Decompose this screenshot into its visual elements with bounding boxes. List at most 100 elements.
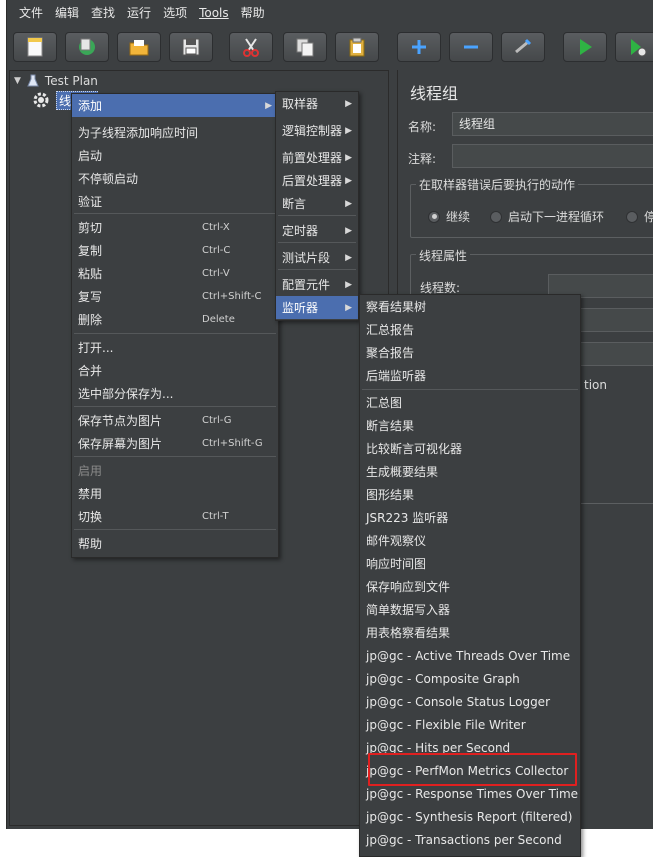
listener-menu-item[interactable]: 简单数据写入器 [360, 598, 580, 621]
menu-separator [74, 406, 276, 407]
add-submenu-item[interactable]: 监听器 ▶ [276, 296, 358, 319]
menu-search[interactable]: 查找 [85, 0, 121, 26]
expand-button[interactable] [397, 32, 441, 62]
menu-item-label: 合并 [78, 364, 103, 378]
context-menu-item[interactable]: 复制 Ctrl-C [72, 239, 278, 262]
comment-field[interactable] [452, 144, 653, 168]
shortcut-label: Ctrl-T [202, 511, 229, 522]
cut-button[interactable] [229, 32, 273, 62]
add-submenu-item[interactable]: 后置处理器 ▶ [276, 169, 358, 192]
context-menu-item[interactable]: 删除 Delete [72, 308, 278, 331]
add-submenu-item[interactable]: 测试片段 ▶ [276, 246, 358, 269]
add-submenu-item[interactable]: 逻辑控制器 ▶ [276, 119, 358, 142]
add-submenu-item[interactable]: 断言 ▶ [276, 192, 358, 215]
menu-item-label: 察看结果树 [366, 300, 427, 314]
listener-menu-item[interactable]: jp@gc - Flexible File Writer [360, 713, 580, 736]
menu-item-label: jp@gc - Response Times Over Time [366, 786, 579, 801]
templates-button[interactable] [65, 32, 109, 62]
submenu-arrow-icon: ▶ [345, 125, 352, 136]
context-menu-item[interactable]: 为子线程添加响应时间 [72, 121, 278, 144]
listener-menu-item[interactable]: jp@gc - Console Status Logger [360, 690, 580, 713]
listener-menu-item[interactable]: 生成概要结果 [360, 460, 580, 483]
menu-item-label: 保存响应到文件 [366, 580, 451, 594]
listener-menu-item[interactable]: 图形结果 [360, 483, 580, 506]
thread-properties-title: 线程属性 [416, 247, 471, 264]
menu-file[interactable]: 文件 [13, 0, 49, 26]
menu-item-label: 汇总报告 [366, 323, 415, 337]
listener-menu-item[interactable]: 聚合报告 [360, 341, 580, 364]
context-menu-item[interactable]: 复写 Ctrl+Shift-C [72, 285, 278, 308]
name-field[interactable]: 线程组 [452, 112, 653, 136]
submenu-arrow-icon: ▶ [345, 252, 352, 263]
start-no-pause-button[interactable] [615, 32, 653, 62]
toggle-wand-icon [515, 38, 532, 54]
paste-button[interactable] [335, 32, 379, 62]
listener-menu-item[interactable]: jp@gc - Active Threads Over Time [360, 644, 580, 667]
listener-menu-item[interactable]: 汇总报告 [360, 318, 580, 341]
context-menu-item[interactable]: 粘贴 Ctrl-V [72, 262, 278, 285]
error-action-title: 在取样器错误后要执行的动作 [416, 176, 579, 193]
add-submenu-item[interactable]: 配置元件 ▶ [276, 273, 358, 296]
menu-item-label: 保存屏幕为图片 [78, 437, 163, 451]
submenu-arrow-icon: ▶ [345, 98, 352, 109]
start-button[interactable] [563, 32, 607, 62]
menu-run[interactable]: 运行 [121, 0, 157, 26]
add-submenu-item[interactable]: 定时器 ▶ [276, 219, 358, 242]
context-menu-item[interactable]: 选中部分保存为... [72, 382, 278, 405]
copy-button[interactable] [283, 32, 327, 62]
context-menu-item[interactable]: 不停顿启动 [72, 167, 278, 190]
listener-menu-item[interactable]: 汇总图 [360, 391, 580, 414]
open-button[interactable] [117, 32, 161, 62]
context-menu-item[interactable]: 打开... [72, 336, 278, 359]
radio-stop[interactable]: 停 [626, 208, 653, 225]
add-submenu-item[interactable]: 前置处理器 ▶ [276, 146, 358, 169]
listener-menu-item[interactable]: jp@gc - Synthesis Report (filtered) [360, 805, 580, 828]
menu-separator [74, 456, 276, 457]
listener-menu-item[interactable]: 响应时间图 [360, 552, 580, 575]
context-menu-item[interactable]: 保存节点为图片 Ctrl-G [72, 409, 278, 432]
radio-start-next-loop[interactable]: 启动下一进程循环 [490, 208, 604, 225]
menu-help[interactable]: 帮助 [235, 0, 271, 26]
context-menu-item[interactable]: 添加 ▶ [72, 94, 278, 117]
menu-item-label: 打开... [78, 341, 114, 355]
listener-menu-item[interactable]: JSR223 监听器 [360, 506, 580, 529]
menu-tools[interactable]: Tools [193, 0, 235, 26]
menu-edit[interactable]: 编辑 [49, 0, 85, 26]
listener-menu-item[interactable]: jp@gc - Composite Graph [360, 667, 580, 690]
add-submenu-item[interactable]: 取样器 ▶ [276, 92, 358, 115]
menu-options[interactable]: 选项 [157, 0, 193, 26]
new-button[interactable] [13, 32, 57, 62]
listener-menu-item[interactable]: 比较断言可视化器 [360, 437, 580, 460]
menu-item-label: jp@gc - Synthesis Report (filtered) [366, 809, 573, 824]
context-menu-item[interactable]: 切换 Ctrl-T [72, 505, 278, 528]
listener-menu-item[interactable]: 察看结果树 [360, 295, 580, 318]
menu-item-label: 禁用 [78, 487, 103, 501]
listener-menu-item[interactable]: 用表格察看结果 [360, 621, 580, 644]
collapse-button[interactable] [449, 32, 493, 62]
submenu-arrow-icon: ▶ [265, 100, 272, 111]
toggle-button[interactable] [501, 32, 545, 62]
listener-menu-item[interactable]: 后端监听器 [360, 364, 580, 387]
context-menu-item[interactable]: 禁用 [72, 482, 278, 505]
expand-triangle-icon[interactable]: ▼ [14, 76, 21, 86]
menu-item-label: 切换 [78, 510, 103, 524]
context-menu-item[interactable]: 剪切 Ctrl-X [72, 216, 278, 239]
menu-separator [278, 215, 356, 216]
context-menu-item[interactable]: 启用 [72, 459, 278, 482]
context-menu-item[interactable]: 合并 [72, 359, 278, 382]
menu-item-label: 汇总图 [366, 396, 403, 410]
save-button[interactable] [169, 32, 213, 62]
context-menu-item[interactable]: 验证 [72, 190, 278, 213]
context-menu-item[interactable]: 启动 [72, 144, 278, 167]
menu-item-label: 图形结果 [366, 488, 415, 502]
context-menu-item[interactable]: 保存屏幕为图片 Ctrl+Shift-G [72, 432, 278, 455]
shortcut-label: Delete [202, 314, 235, 325]
listener-menu-item[interactable]: 邮件观察仪 [360, 529, 580, 552]
tree-node-test-plan[interactable]: ▼ Test Plan [14, 72, 98, 90]
listener-menu-item[interactable]: 保存响应到文件 [360, 575, 580, 598]
listener-menu-item[interactable]: jp@gc - Transactions per Second [360, 828, 580, 851]
listener-menu-item[interactable]: 断言结果 [360, 414, 580, 437]
context-menu-item[interactable]: 帮助 [72, 532, 278, 555]
radio-continue[interactable]: 继续 [428, 208, 470, 225]
shortcut-label: Ctrl-V [202, 268, 230, 279]
